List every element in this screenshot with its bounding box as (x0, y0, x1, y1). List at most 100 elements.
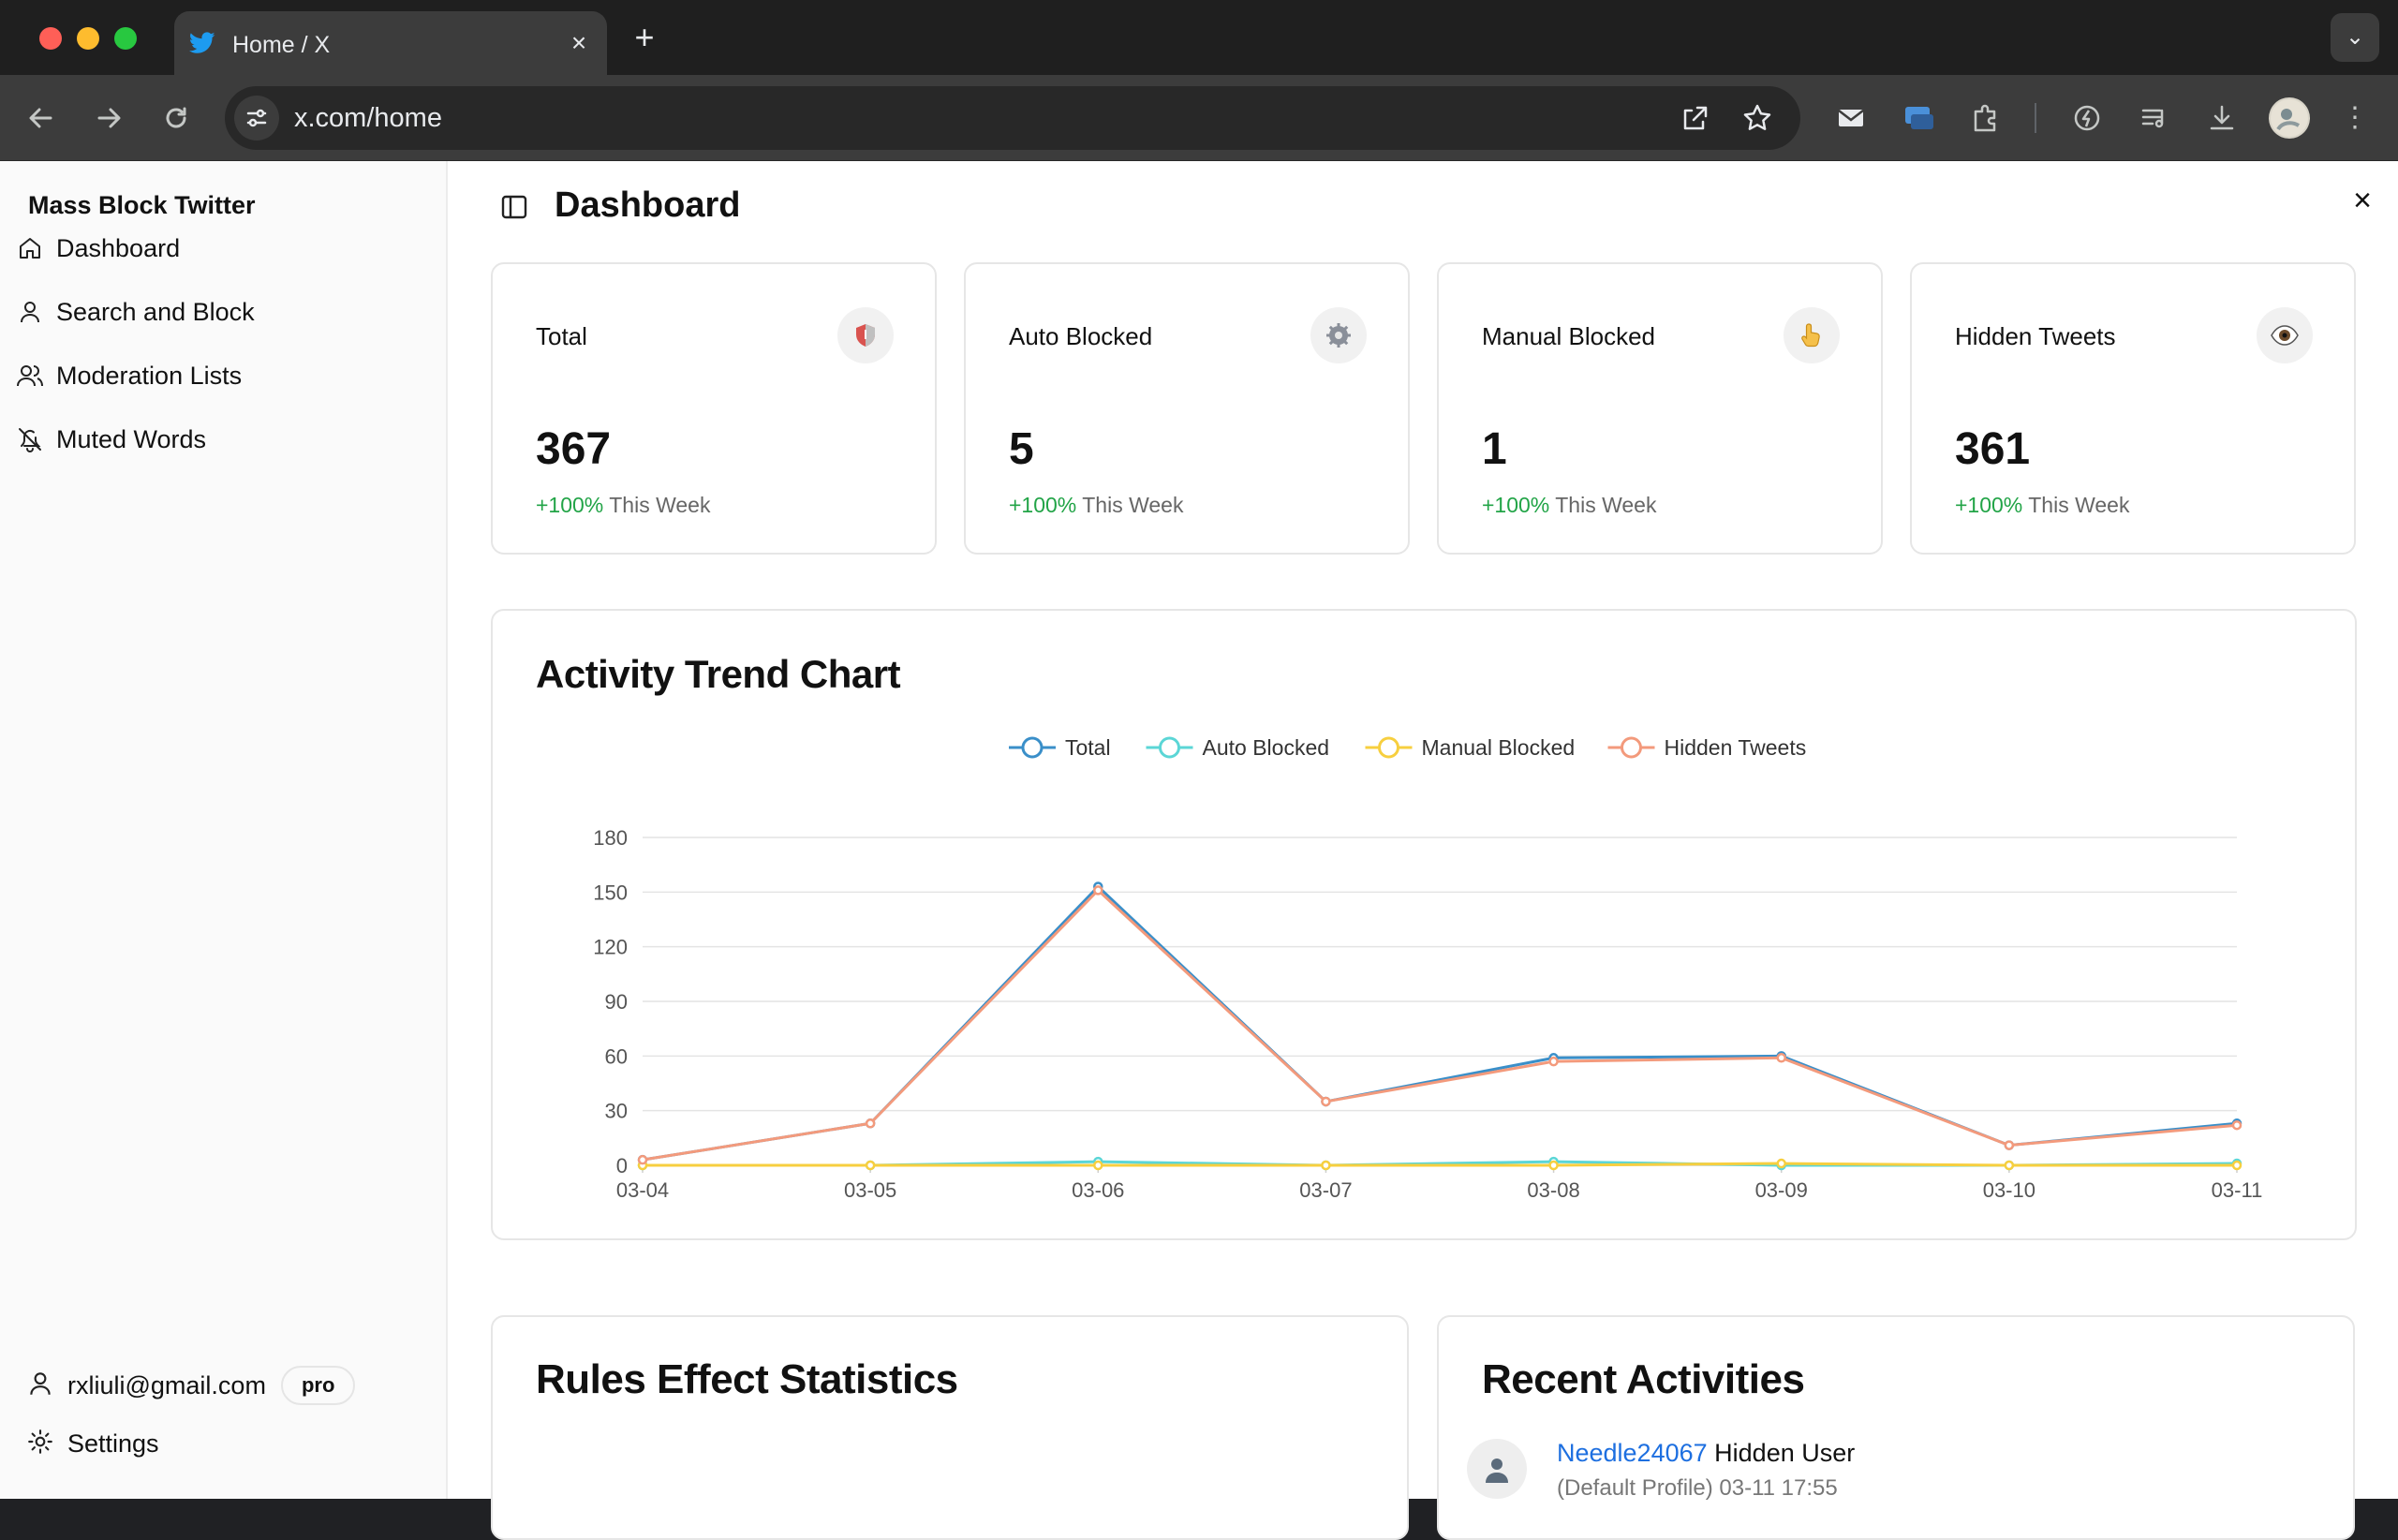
data-point (1093, 885, 1103, 896)
data-point (2231, 1160, 2243, 1171)
gear-icon (26, 1428, 54, 1460)
user-account[interactable]: rxliuli@gmail.com pro (26, 1366, 356, 1405)
tab-close-icon[interactable]: × (564, 28, 594, 58)
y-tick-label: 150 (593, 881, 628, 904)
toolbar-divider (2035, 103, 2036, 133)
stat-change-period: This Week (1082, 493, 1184, 517)
settings-label: Settings (67, 1429, 159, 1458)
sidebar-item-label: Search and Block (56, 297, 255, 326)
rules-effect-title: Rules Effect Statistics (536, 1356, 958, 1402)
translate-extension-icon[interactable] (1898, 97, 1939, 139)
recent-activities-card: Recent Activities Needle24067 Hidden Use… (1437, 1315, 2355, 1540)
data-point (865, 1160, 876, 1171)
sidebar-item-search-and-block[interactable]: Search and Block (9, 285, 437, 339)
recent-activities-title: Recent Activities (1482, 1356, 1805, 1402)
plan-badge: pro (280, 1366, 356, 1405)
activity-user-link[interactable]: Needle24067 (1557, 1439, 1708, 1467)
activity-detail: (Default Profile) 03-11 17:55 (1557, 1475, 1838, 1501)
legend-item: Total (1009, 735, 1111, 760)
stat-label: Manual Blocked (1482, 322, 1655, 350)
sidebar-item-label: Muted Words (56, 424, 207, 453)
sidebar-item-dashboard[interactable]: Dashboard (9, 221, 437, 275)
arrow-left-icon (29, 108, 52, 128)
extension-app: Mass Block Twitter Dashboard Search and … (0, 161, 2398, 1540)
legend-item: Manual Blocked (1365, 735, 1575, 760)
legend-label: Auto Blocked (1203, 735, 1330, 760)
stat-change-percent: +100% (536, 493, 604, 517)
data-point (1093, 1160, 1103, 1171)
stat-card-hidden-tweets: Hidden Tweets 361 +100% This Week (1910, 262, 2356, 555)
y-tick-label: 90 (605, 990, 628, 1014)
legend-item: Hidden Tweets (1607, 735, 1806, 760)
browser-titlebar: Home / X × + ⌄ (0, 0, 2398, 75)
activity-item[interactable]: Needle24067 Hidden User (Default Profile… (1467, 1439, 1855, 1502)
y-tick-label: 120 (593, 936, 628, 959)
y-tick-label: 30 (605, 1100, 628, 1123)
users-icon (13, 359, 47, 392)
stat-change: +100% This Week (1955, 493, 2129, 518)
user-icon (13, 295, 47, 329)
activity-trend-card: Activity Trend Chart 0 30 60 90 120 150 180 03-… (491, 609, 2357, 1240)
legend-marker (1621, 736, 1642, 759)
shield-icon (837, 307, 894, 363)
legend-item: Auto Blocked (1146, 735, 1330, 760)
x-tick-label: 03-08 (1527, 1178, 1579, 1202)
legend-marker (1378, 736, 1399, 759)
minimize-window-button[interactable] (77, 27, 99, 50)
address-bar[interactable]: x.com/home (225, 86, 1800, 150)
close-window-button[interactable] (39, 27, 62, 50)
series-line (642, 884, 2238, 1162)
data-point (2004, 1140, 2015, 1150)
sidebar-item-label: Dashboard (56, 233, 181, 262)
data-point (1321, 1096, 1331, 1107)
browser-menu-icon[interactable]: ⋮ (2332, 96, 2377, 141)
reload-icon (166, 107, 186, 128)
stat-change: +100% This Week (536, 493, 710, 518)
sidebar: Mass Block Twitter Dashboard Search and … (0, 161, 448, 1499)
download-icon[interactable] (2201, 97, 2243, 139)
browser-toolbar: x.com/home ⋮ (0, 75, 2398, 161)
x-tick-label: 03-07 (1299, 1178, 1352, 1202)
user-avatar (1467, 1439, 1527, 1499)
puzzle-extension-icon[interactable] (1965, 97, 2006, 139)
new-tab-button[interactable]: + (626, 19, 663, 56)
bookmark-star-icon[interactable] (1739, 99, 1776, 137)
sidebar-item-muted-words[interactable]: Muted Words (9, 412, 437, 466)
url-text: x.com/home (294, 103, 442, 133)
tab-search-button[interactable]: ⌄ (2331, 13, 2379, 62)
site-info-icon[interactable] (234, 96, 279, 141)
y-tick-label: 60 (605, 1044, 628, 1068)
sidebar-toggle-icon[interactable] (498, 191, 530, 223)
performance-icon[interactable] (2066, 97, 2108, 139)
sidebar-item-settings[interactable]: Settings (26, 1428, 159, 1460)
media-queue-icon[interactable] (2134, 97, 2175, 139)
close-icon[interactable]: × (2344, 182, 2381, 219)
stat-change: +100% This Week (1482, 493, 1656, 518)
stat-card-total: Total 367 +100% This Week (491, 262, 937, 555)
stat-value: 367 (536, 424, 612, 474)
bell-off-icon (13, 422, 47, 456)
mail-extension-icon[interactable] (1830, 97, 1872, 139)
data-point (1776, 1158, 1786, 1169)
x-tick-label: 03-04 (616, 1178, 669, 1202)
maximize-window-button[interactable] (114, 27, 137, 50)
stat-change-period: This Week (2028, 493, 2130, 517)
open-in-new-icon[interactable] (1677, 99, 1714, 137)
sidebar-item-label: Moderation Lists (56, 361, 243, 390)
stat-change-period: This Week (609, 493, 711, 517)
back-button[interactable] (19, 96, 64, 141)
stat-change-period: This Week (1555, 493, 1657, 517)
x-tick-label: 03-09 (1755, 1178, 1808, 1202)
data-point (1776, 1053, 1786, 1063)
browser-tab[interactable]: Home / X × (174, 11, 607, 75)
y-tick-label: 180 (593, 826, 628, 850)
data-point (2231, 1119, 2243, 1131)
y-tick-label: 0 (616, 1154, 628, 1177)
page-title: Dashboard (555, 185, 741, 225)
sidebar-item-moderation-lists[interactable]: Moderation Lists (9, 348, 437, 403)
reload-button[interactable] (154, 96, 199, 141)
profile-avatar[interactable] (2269, 97, 2310, 139)
forward-button[interactable] (86, 96, 131, 141)
stat-label: Hidden Tweets (1955, 322, 2116, 350)
pointing-hand-icon (1784, 307, 1840, 363)
